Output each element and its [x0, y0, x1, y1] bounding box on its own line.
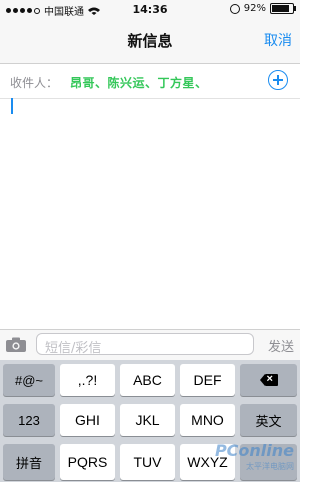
message-field[interactable]: 短信/彩信 [36, 333, 254, 356]
key-tuv[interactable]: TUV [120, 444, 175, 480]
navigation-bar: 新信息 取消 [0, 18, 300, 64]
key-symbols[interactable]: #@~ [3, 364, 55, 396]
status-bar: 中国联通 14:36 92% [0, 0, 300, 18]
camera-icon[interactable] [6, 337, 26, 352]
delete-key[interactable]: × [240, 364, 297, 396]
text-cursor [11, 98, 13, 114]
status-right: 92% [229, 3, 296, 14]
key-punctuation[interactable]: ,.?! [60, 364, 115, 396]
recipient-row[interactable]: 收件人： 昂哥、陈兴运、丁方星、 [0, 64, 300, 99]
key-english[interactable]: 英文 [240, 404, 297, 436]
battery-percent: 92% [243, 3, 266, 14]
key-ghi[interactable]: GHI [60, 404, 115, 436]
key-pinyin[interactable]: 拼音 [3, 444, 55, 480]
battery-icon [270, 3, 296, 14]
cancel-button[interactable]: 取消 [264, 30, 292, 50]
message-input-bar: 短信/彩信 发送 [0, 329, 300, 360]
page-title: 新信息 [127, 32, 173, 50]
backspace-icon: × [259, 373, 278, 386]
battery-fill [272, 5, 289, 12]
watermark-logo: PConline [214, 441, 294, 460]
key-def[interactable]: DEF [180, 364, 235, 396]
key-jkl[interactable]: JKL [120, 404, 175, 436]
key-abc[interactable]: ABC [120, 364, 175, 396]
key-pqrs[interactable]: PQRS [60, 444, 115, 480]
send-button[interactable]: 发送 [268, 336, 294, 355]
add-contact-icon[interactable] [268, 70, 288, 90]
recipient-names[interactable]: 昂哥、陈兴运、丁方星、 [70, 74, 208, 91]
key-mno[interactable]: MNO [180, 404, 235, 436]
keyboard: #@~ ,.?! ABC DEF × 123 GHI JKL MNO 英文 拼音… [0, 360, 300, 482]
key-numbers[interactable]: 123 [3, 404, 55, 436]
recipient-label: 收件人： [10, 76, 59, 90]
watermark-subtitle: 太平洋电脑网 [246, 462, 294, 471]
rotation-lock-icon [229, 3, 240, 14]
